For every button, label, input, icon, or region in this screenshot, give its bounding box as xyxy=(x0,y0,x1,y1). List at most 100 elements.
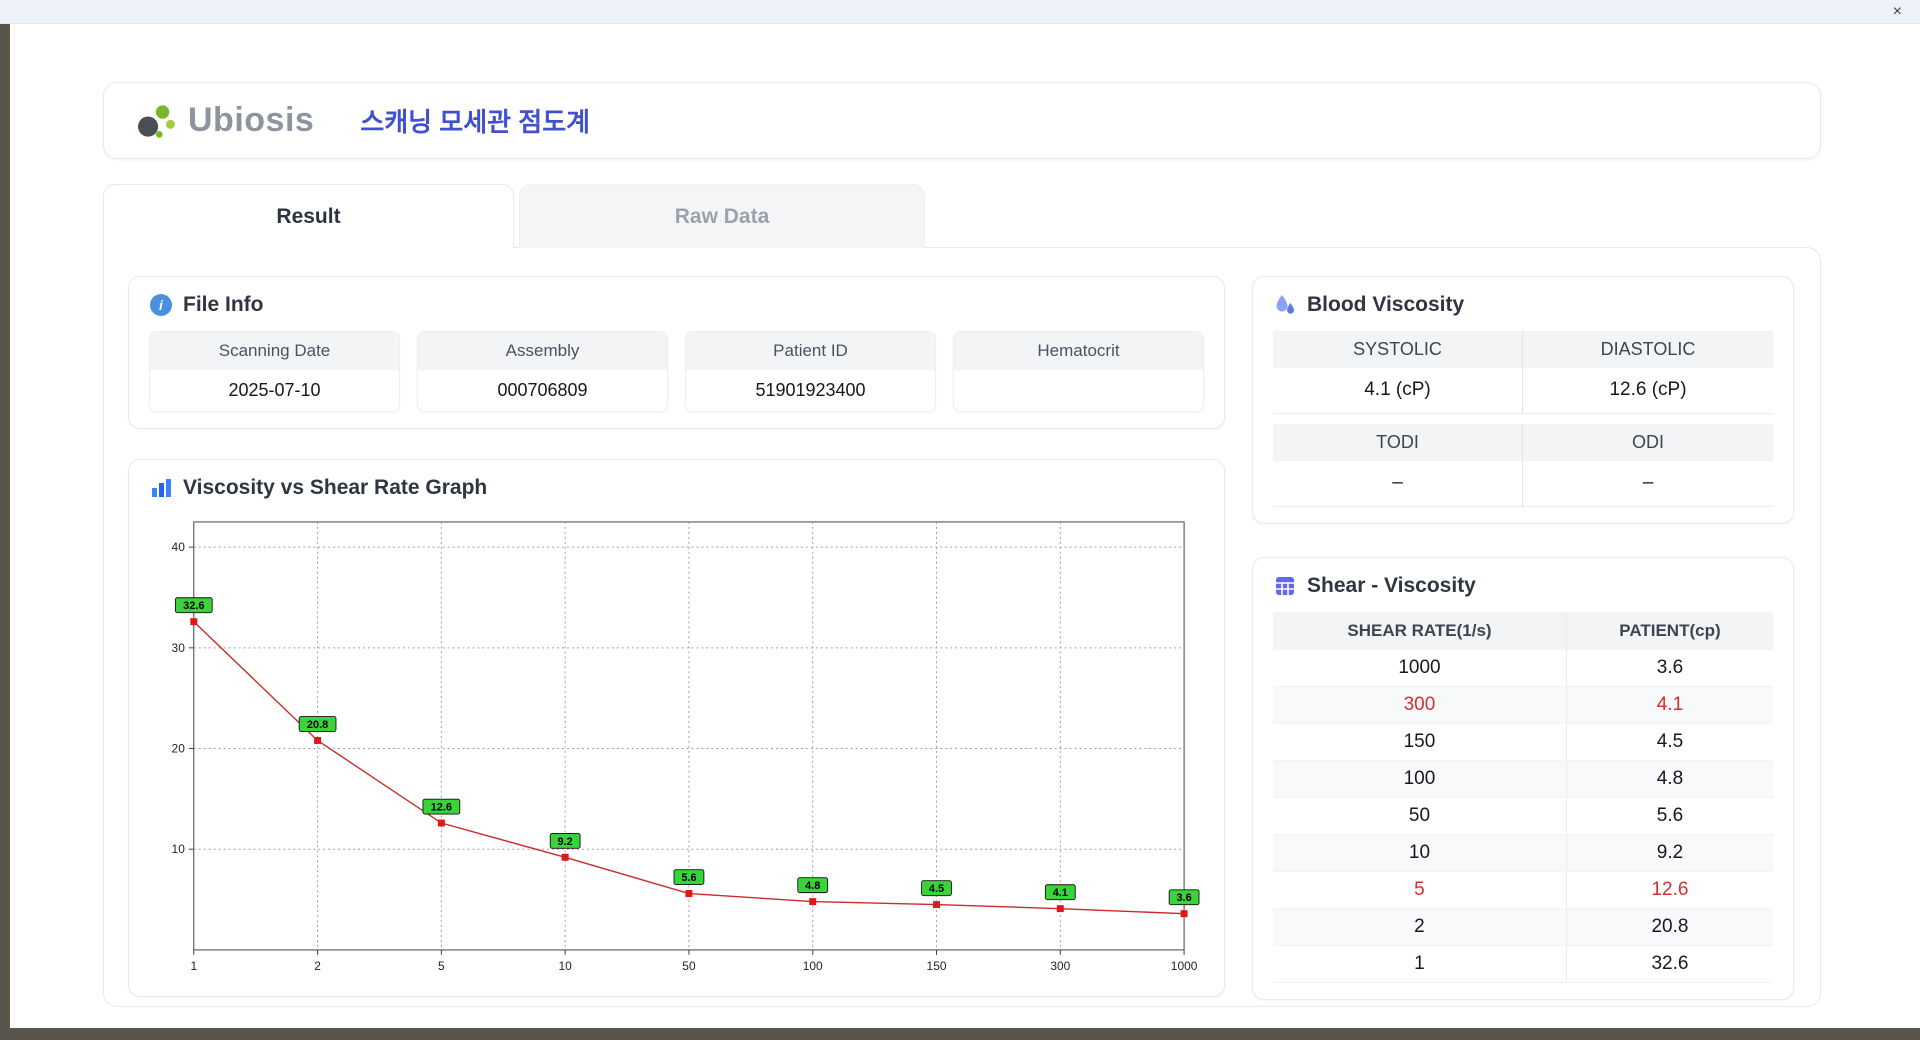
field-label: Assembly xyxy=(418,332,667,370)
svg-text:1000: 1000 xyxy=(1171,959,1198,973)
shear-rate-cell: 1 xyxy=(1273,945,1567,983)
systolic-value: 4.1 (cP) xyxy=(1273,368,1523,414)
svg-text:20.8: 20.8 xyxy=(307,719,328,731)
patient-cell: 20.8 xyxy=(1565,908,1773,946)
table-row: 1 32.6 xyxy=(1273,945,1773,983)
brand-name: Ubiosis xyxy=(188,101,315,139)
field-assembly: Assembly 000706809 xyxy=(417,331,668,412)
shear-rate-cell: 1000 xyxy=(1273,650,1567,687)
shear-rate-cell: 2 xyxy=(1273,908,1567,946)
droplet-icon xyxy=(1273,293,1297,317)
odi-label: ODI xyxy=(1523,424,1773,461)
field-value: 51901923400 xyxy=(755,380,866,400)
svg-text:4.1: 4.1 xyxy=(1053,887,1068,899)
svg-text:1: 1 xyxy=(190,959,197,973)
patient-cell: 4.8 xyxy=(1565,760,1773,798)
shear-viscosity-title: Shear - Viscosity xyxy=(1307,574,1476,597)
todi-value: – xyxy=(1273,461,1523,507)
svg-text:12.6: 12.6 xyxy=(431,802,452,814)
svg-text:10: 10 xyxy=(559,959,573,973)
patient-cell: 4.1 xyxy=(1565,686,1773,724)
shear-rate-cell: 10 xyxy=(1273,834,1567,872)
field-label: Hematocrit xyxy=(954,332,1203,370)
field-label: Scanning Date xyxy=(150,332,399,370)
svg-text:4.5: 4.5 xyxy=(929,883,944,895)
file-info-fields: Scanning Date 2025-07-10 Assembly 000706… xyxy=(149,331,1204,412)
left-column: i File Info Scanning Date 2025-07-10 Ass… xyxy=(128,276,1225,997)
shear-table-body: 1000 3.6 300 4.1 150 4.5 100 4.8 50 5.6 10 9.2 5 12.6… xyxy=(1273,650,1773,983)
svg-text:40: 40 xyxy=(172,540,186,554)
patient-cell: 32.6 xyxy=(1565,945,1773,983)
viscosity-chart: 10 20 30 40 1 2 5 10 50 100 150 300 1000 32.6 20.8 12.6… xyxy=(172,521,1200,973)
patient-cell: 5.6 xyxy=(1565,797,1773,835)
ubiosis-logo-icon xyxy=(134,102,180,140)
app-window: Ubiosis 스캐닝 모세관 점도계 Result Raw Data i Fi… xyxy=(10,24,1920,1028)
systolic-label: SYSTOLIC xyxy=(1273,331,1523,368)
table-row: 10 9.2 xyxy=(1273,834,1773,872)
todi-label: TODI xyxy=(1273,424,1523,461)
shear-rate-cell: 5 xyxy=(1273,871,1567,909)
tab-raw-data[interactable]: Raw Data xyxy=(519,184,925,248)
svg-text:100: 100 xyxy=(803,959,823,973)
table-row: 50 5.6 xyxy=(1273,797,1773,835)
patient-cell: 3.6 xyxy=(1565,650,1773,687)
field-value: 000706809 xyxy=(497,380,588,400)
svg-text:300: 300 xyxy=(1050,959,1070,973)
page-title: 스캐닝 모세관 점도계 xyxy=(360,107,591,137)
svg-text:2: 2 xyxy=(314,959,321,973)
field-scanning-date: Scanning Date 2025-07-10 xyxy=(149,331,400,412)
shear-viscosity-table: SHEAR RATE(1/s) PATIENT(cp) 1000 3.6 300 4.… xyxy=(1273,612,1773,983)
table-row: 5 12.6 xyxy=(1273,871,1773,909)
odi-value: – xyxy=(1523,461,1773,507)
svg-text:32.6: 32.6 xyxy=(183,600,204,612)
file-info-title: File Info xyxy=(183,293,264,316)
patient-cell: 9.2 xyxy=(1565,834,1773,872)
svg-text:30: 30 xyxy=(172,641,186,655)
field-value xyxy=(954,370,1203,411)
field-patient-id: Patient ID 51901923400 xyxy=(685,331,936,412)
svg-text:9.2: 9.2 xyxy=(558,836,573,848)
svg-text:20: 20 xyxy=(172,742,186,756)
field-hematocrit: Hematocrit xyxy=(953,331,1204,412)
field-value: 2025-07-10 xyxy=(228,380,321,400)
diastolic-value: 12.6 (cP) xyxy=(1523,368,1773,414)
shear-rate-cell: 150 xyxy=(1273,723,1567,761)
table-row: 2 20.8 xyxy=(1273,908,1773,946)
table-row: 100 4.8 xyxy=(1273,760,1773,798)
svg-text:10: 10 xyxy=(172,842,186,856)
svg-text:150: 150 xyxy=(927,959,947,973)
table-row: 300 4.1 xyxy=(1273,686,1773,724)
systolic-diastolic-grid: SYSTOLIC DIASTOLIC 4.1 (cP) 12.6 (cP) xyxy=(1273,331,1773,414)
column-shear-rate: SHEAR RATE(1/s) xyxy=(1273,612,1567,650)
bar-chart-icon xyxy=(149,476,173,500)
brand-logo: Ubiosis xyxy=(134,101,314,140)
shear-rate-cell: 100 xyxy=(1273,760,1567,798)
shear-viscosity-card: Shear - Viscosity SHEAR RATE(1/s) PATIEN… xyxy=(1252,557,1794,1000)
right-column: Blood Viscosity SYSTOLIC DIASTOLIC 4.1 (… xyxy=(1252,276,1794,1000)
graph-title: Viscosity vs Shear Rate Graph xyxy=(183,476,488,499)
table-row: 1000 3.6 xyxy=(1273,650,1773,687)
tab-result[interactable]: Result xyxy=(103,184,514,248)
diastolic-label: DIASTOLIC xyxy=(1523,331,1773,368)
svg-text:5: 5 xyxy=(438,959,445,973)
title-bar: × xyxy=(0,0,1920,24)
todi-odi-grid: TODI ODI – – xyxy=(1273,424,1773,507)
blood-viscosity-title: Blood Viscosity xyxy=(1307,293,1465,316)
svg-text:50: 50 xyxy=(682,959,696,973)
patient-cell: 12.6 xyxy=(1565,871,1773,909)
info-icon: i xyxy=(149,293,173,317)
header-card: Ubiosis 스캐닝 모세관 점도계 xyxy=(103,82,1821,159)
svg-text:3.6: 3.6 xyxy=(1176,892,1191,904)
shear-rate-cell: 300 xyxy=(1273,686,1567,724)
viscosity-graph-card: Viscosity vs Shear Rate Graph 10 20 30 40 1 2… xyxy=(128,459,1225,997)
table-header-row: SHEAR RATE(1/s) PATIENT(cp) xyxy=(1273,612,1773,650)
close-icon[interactable]: × xyxy=(1889,1,1906,23)
file-info-card: i File Info Scanning Date 2025-07-10 Ass… xyxy=(128,276,1225,429)
column-patient: PATIENT(cp) xyxy=(1565,612,1773,650)
patient-cell: 4.5 xyxy=(1565,723,1773,761)
svg-text:4.8: 4.8 xyxy=(805,880,820,892)
table-grid-icon xyxy=(1273,574,1297,598)
field-label: Patient ID xyxy=(686,332,935,370)
svg-text:5.6: 5.6 xyxy=(681,872,696,884)
page-content: Ubiosis 스캐닝 모세관 점도계 Result Raw Data i Fi… xyxy=(103,82,1821,1007)
